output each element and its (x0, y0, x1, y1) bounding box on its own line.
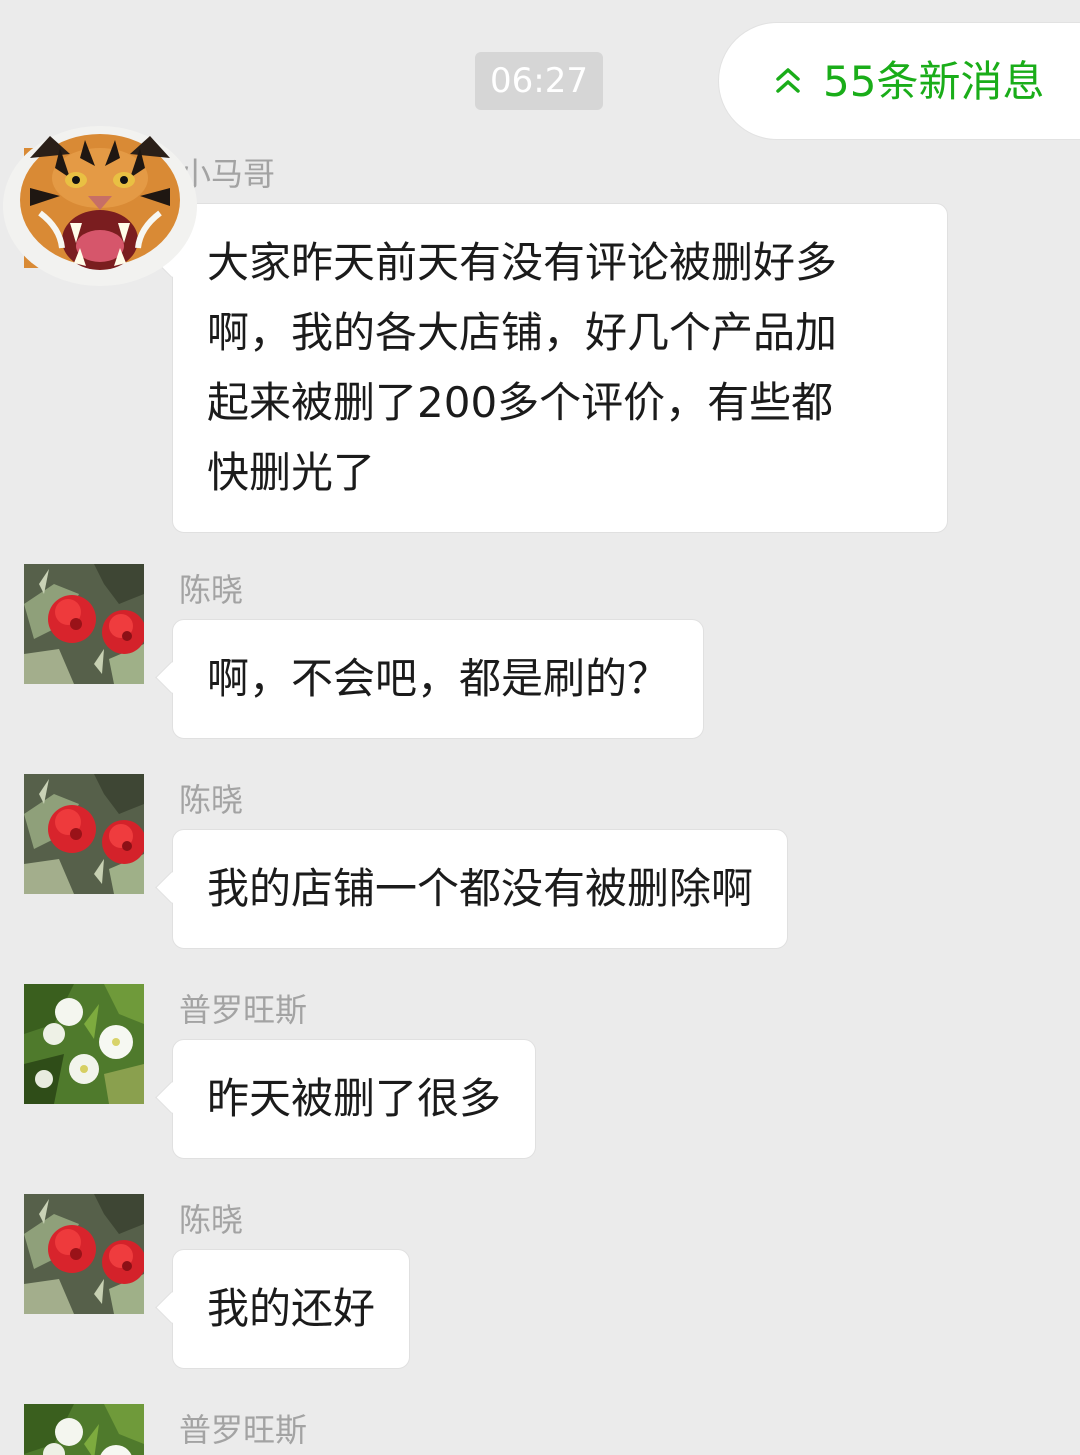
timestamp: 06:27 (475, 52, 603, 110)
message-item: 普罗旺斯 (0, 1404, 1080, 1455)
white-flower-avatar[interactable] (24, 984, 144, 1104)
white-flower-avatar[interactable] (24, 1404, 144, 1455)
message-bubble[interactable]: 我的还好 (172, 1249, 411, 1369)
red-flower-avatar[interactable] (24, 774, 144, 894)
new-messages-button[interactable]: 55条新消息 (718, 22, 1080, 140)
tiger-avatar[interactable] (0, 118, 200, 288)
sender-name: 陈晓 (179, 781, 244, 819)
sender-name: 陈晓 (179, 571, 244, 609)
double-chevron-up-icon (776, 68, 800, 93)
red-flower-avatar[interactable] (24, 564, 144, 684)
sender-name: 普罗旺斯 (179, 991, 308, 1029)
sender-name: 陈晓 (179, 1201, 244, 1239)
new-messages-label: 55条新消息 (823, 57, 1045, 106)
message-bubble[interactable]: 大家昨天前天有没有评论被删好多 啊，我的各大店铺，好几个产品加 起来被删了200… (172, 203, 948, 533)
sender-name: 普罗旺斯 (179, 1411, 308, 1449)
message-bubble[interactable]: 昨天被删了很多 (172, 1039, 537, 1159)
red-flower-avatar[interactable] (24, 1194, 144, 1314)
message-bubble[interactable]: 我的店铺一个都没有被删除啊 (172, 829, 789, 949)
message-bubble[interactable]: 啊，不会吧，都是刷的？ (172, 619, 705, 739)
